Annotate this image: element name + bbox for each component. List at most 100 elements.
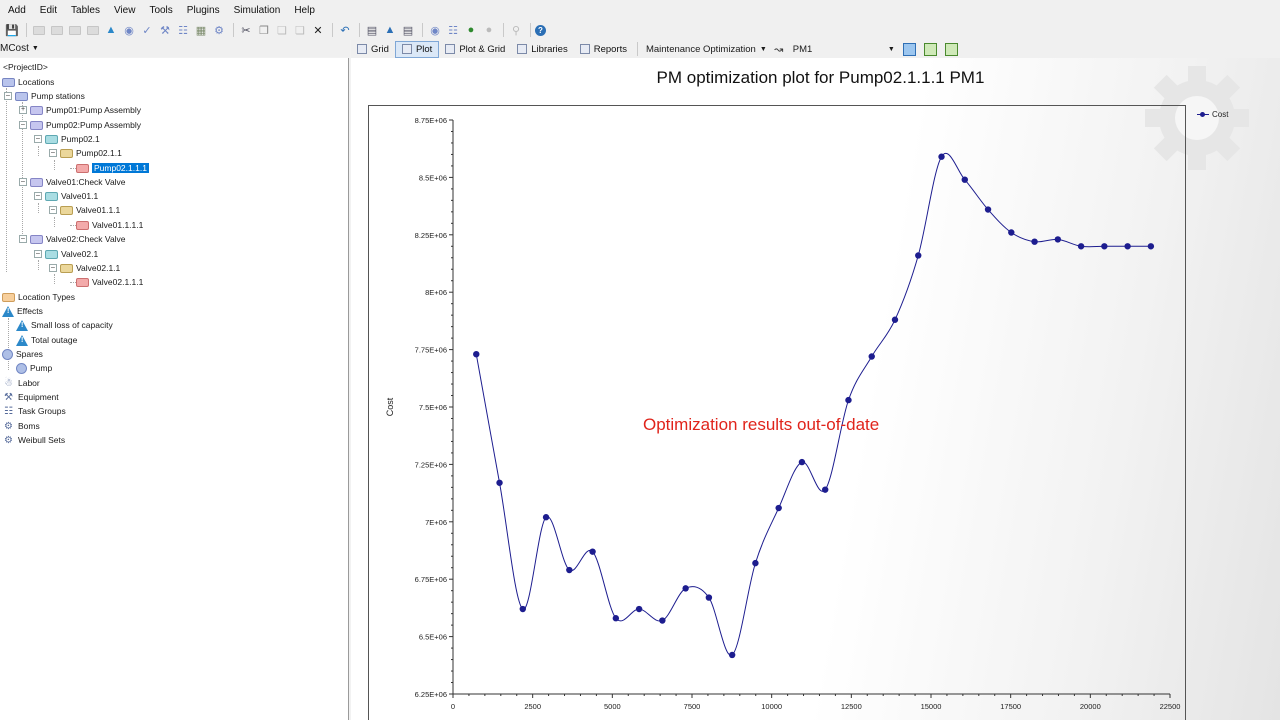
add-sublocation-icon[interactable] [49, 22, 65, 38]
tree-item-pump01[interactable]: + Pump01:Pump Assembly [19, 103, 141, 117]
tree-item-labor[interactable]: ☃ Labor [2, 376, 40, 390]
paste-icon[interactable]: ❏ [274, 22, 290, 38]
expand-icon[interactable]: + [19, 106, 27, 114]
menu-help[interactable]: Help [287, 5, 322, 16]
delete-icon[interactable]: ✕ [310, 22, 326, 38]
add-item-icon[interactable] [67, 22, 83, 38]
menu-edit[interactable]: Edit [33, 5, 64, 16]
collapse-icon[interactable]: – [19, 178, 27, 186]
collapse-icon[interactable]: – [34, 135, 42, 143]
tree-item-pump02[interactable]: – Pump02:Pump Assembly [19, 118, 141, 132]
menu-plugins[interactable]: Plugins [180, 5, 227, 16]
cost-data-point [705, 594, 713, 601]
tree-item-boms[interactable]: ⚙ Boms [2, 419, 40, 433]
collapse-icon[interactable]: – [4, 92, 12, 100]
x-tick-label: 22500 [1160, 702, 1181, 711]
cost-data-point [798, 458, 806, 466]
collapse-icon[interactable]: – [49, 206, 57, 214]
tree-item-small-loss[interactable]: Small loss of capacity [16, 318, 113, 332]
tree-item-location-types[interactable]: Location Types [2, 290, 75, 304]
tree-item-valve01[interactable]: – Valve01:Check Valve [19, 175, 126, 189]
tree-item-locations[interactable]: Locations [2, 75, 54, 89]
export-icon[interactable]: ▤ [400, 22, 416, 38]
cost-dropdown[interactable]: MCost ▼ [0, 40, 350, 57]
menu-tools[interactable]: Tools [142, 5, 179, 16]
toolbar-separator [503, 23, 504, 37]
cut-icon[interactable]: ✂ [238, 22, 254, 38]
tree-item-pump-spare[interactable]: Pump [16, 361, 52, 375]
tree-item-weibull-sets[interactable]: ⚙ Weibull Sets [2, 433, 65, 447]
pm-select[interactable]: PM1 ▼ [789, 44, 899, 55]
copy-icon[interactable]: ❐ [256, 22, 272, 38]
add-subitem-icon[interactable] [85, 22, 101, 38]
maintenance-optimization-dropdown[interactable]: Maintenance Optimization ▼ [642, 44, 771, 55]
import-icon[interactable]: ▲ [382, 22, 398, 38]
search-icon[interactable]: ⚲ [508, 22, 524, 38]
bom-icon[interactable]: ▦ [193, 22, 209, 38]
cost-data-point [868, 353, 875, 360]
tree-project-id[interactable]: <ProjectID> [3, 60, 48, 74]
collapse-icon[interactable]: – [19, 121, 27, 129]
help-icon[interactable]: ? [535, 24, 546, 36]
tree-item-valve02[interactable]: – Valve02:Check Valve [19, 232, 126, 246]
cost-data-point [752, 559, 759, 567]
run-icon[interactable]: ● [463, 22, 479, 38]
tree-item-pump02-1-1[interactable]: – Pump02.1.1 [49, 146, 122, 160]
spares-icon [2, 348, 13, 360]
table-view-button[interactable] [923, 42, 937, 56]
tab-grid[interactable]: Grid [351, 41, 395, 58]
tree-item-spares[interactable]: Spares [2, 347, 43, 361]
menu-simulation[interactable]: Simulation [227, 5, 288, 16]
collapse-icon[interactable]: – [34, 250, 42, 258]
collapse-icon[interactable]: – [49, 149, 57, 157]
line-chart-icon[interactable]: ↝ [771, 41, 787, 57]
menu-tables[interactable]: Tables [64, 5, 107, 16]
tree-item-pump02-1[interactable]: – Pump02.1 [34, 132, 100, 146]
collapse-icon[interactable]: – [19, 235, 27, 243]
tree-item-valve01-1-1-1[interactable]: Valve01.1.1.1 [76, 218, 143, 232]
tree-item-valve02-1-1-1[interactable]: Valve02.1.1.1 [76, 275, 143, 289]
tree-item-valve01-1[interactable]: – Valve01.1 [34, 189, 98, 203]
pm-select-value: PM1 [792, 43, 813, 55]
paste-special-icon[interactable]: ❏ [292, 22, 308, 38]
menu-view[interactable]: View [107, 5, 143, 16]
task-group-icon[interactable]: ☷ [175, 22, 191, 38]
optimize-icon[interactable]: ☷ [445, 22, 461, 38]
tab-plot[interactable]: Plot [394, 40, 440, 58]
menu-add[interactable]: Add [0, 5, 33, 16]
tree-item-valve02-1-1[interactable]: – Valve02.1.1 [49, 261, 120, 275]
plot-icon [401, 44, 412, 54]
stop-icon[interactable]: ● [481, 22, 497, 38]
tree-label: Valve02.1.1 [76, 263, 121, 273]
tree-item-valve01-1-1[interactable]: – Valve01.1.1 [49, 203, 120, 217]
labor-icon[interactable]: ✓ [139, 22, 155, 38]
tab-label: Plot & Grid [459, 43, 506, 55]
export-grid-button[interactable] [944, 42, 958, 56]
properties-icon[interactable]: ▤ [364, 22, 380, 38]
spare-icon[interactable]: ◉ [121, 22, 137, 38]
collapse-icon[interactable]: – [34, 192, 42, 200]
equipment-icon[interactable]: ⚒ [157, 22, 173, 38]
tree-item-valve02-1[interactable]: – Valve02.1 [34, 247, 98, 261]
tree-item-effects[interactable]: Effects [2, 304, 43, 318]
simulate-icon[interactable]: ◉ [427, 22, 443, 38]
tree-item-total-outage[interactable]: Total outage [16, 333, 77, 347]
add-location-icon[interactable] [31, 22, 47, 38]
zoom-button[interactable] [902, 42, 916, 56]
save-icon[interactable]: 💾 [4, 22, 20, 38]
weibull-icon[interactable]: ⚙ [211, 22, 227, 38]
cost-data-point [682, 585, 689, 592]
tree-item-equipment[interactable]: ⚒ Equipment [2, 390, 59, 404]
undo-icon[interactable]: ↶ [337, 22, 353, 38]
tree-item-pump-stations[interactable]: – Pump stations [4, 89, 85, 103]
tree-item-pump02-1-1-1[interactable]: Pump02.1.1.1 [76, 161, 149, 175]
tree-item-task-groups[interactable]: ☷ Task Groups [2, 404, 66, 418]
tree-label: Total outage [31, 335, 78, 345]
collapse-icon[interactable]: – [49, 264, 57, 272]
tab-libraries[interactable]: Libraries [511, 41, 573, 58]
y-tick-label: 8.5E+06 [419, 173, 447, 182]
effect-icon[interactable]: ▲ [103, 22, 119, 38]
tab-reports[interactable]: Reports [574, 41, 633, 58]
tab-plot-grid[interactable]: Plot & Grid [439, 41, 511, 58]
chevron-down-icon: ▼ [31, 45, 39, 52]
